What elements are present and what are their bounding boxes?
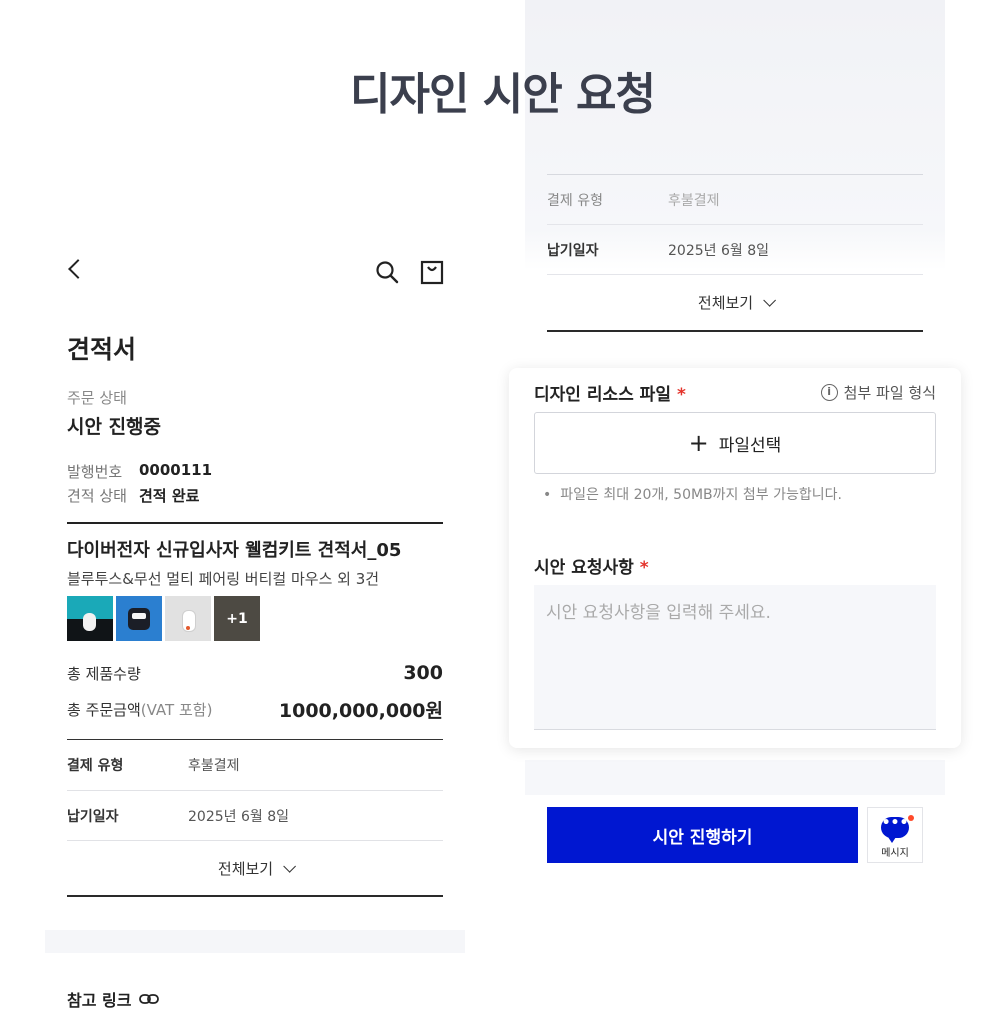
shopping-bag-icon[interactable] xyxy=(420,259,444,285)
search-icon[interactable] xyxy=(375,260,399,284)
message-label: 메시지 xyxy=(881,848,909,859)
product-thumbnails: +1 xyxy=(67,596,260,641)
order-status-label: 주문 상태 xyxy=(67,389,127,407)
required-mark: * xyxy=(639,558,649,578)
file-limit-note: • 파일은 최대 20개, 50MB까지 첨부 가능합니다. xyxy=(543,487,842,503)
proceed-design-button[interactable]: 시안 진행하기 xyxy=(547,807,858,863)
page-title: 디자인 시안 요청 xyxy=(350,69,656,120)
due-date-value: 2025년 6월 8일 xyxy=(188,809,289,825)
plus-icon: + xyxy=(688,429,709,457)
view-all-label: 전체보기 xyxy=(697,294,754,312)
issue-number-label: 발행번호 xyxy=(67,463,123,481)
notification-dot xyxy=(908,815,914,821)
chevron-down-icon xyxy=(283,859,297,873)
total-amount-row: 총 주문금액(VAT 포함) 1000,000,000원 xyxy=(67,696,443,723)
divider xyxy=(67,522,443,524)
order-status-value: 시안 진행중 xyxy=(67,416,162,438)
back-icon[interactable] xyxy=(68,259,88,279)
message-button[interactable]: ••• 메시지 xyxy=(867,807,923,863)
chat-bubble-icon: ••• xyxy=(881,816,909,843)
more-thumbnails[interactable]: +1 xyxy=(214,596,260,641)
request-details-label: 시안 요청사항 * xyxy=(534,558,649,578)
reference-link-label: 참고 링크 xyxy=(67,991,132,1010)
request-details-textarea[interactable]: 시안 요청사항을 입력해 주세요. xyxy=(534,585,936,730)
issue-number-value: 0000111 xyxy=(139,461,213,479)
quote-screen: 견적서 주문 상태 시안 진행중 발행번호 0000111 견적 상태 견적 완… xyxy=(45,240,465,1020)
product-subtitle: 블루투스&무선 멀티 페어링 버티컬 마우스 외 3건 xyxy=(67,570,380,588)
quote-status: 견적 상태 견적 완료 xyxy=(67,485,199,506)
total-amount-label: 총 주문금액(VAT 포함) xyxy=(67,701,213,719)
attachment-format-label: 첨부 파일 형식 xyxy=(843,384,936,402)
view-all-button[interactable]: 전체보기 xyxy=(547,275,923,332)
due-date-value: 2025년 6월 8일 xyxy=(668,242,769,259)
due-date-label: 납기일자 xyxy=(547,242,599,259)
total-quantity-label: 총 제품수량 xyxy=(67,664,141,683)
reference-link[interactable]: 참고 링크 xyxy=(67,987,160,1011)
resource-file-label: 디자인 리소스 파일 * xyxy=(534,385,686,405)
payment-type-row: 결제 유형 후불결제 xyxy=(67,740,443,790)
issue-number: 발행번호 0000111 xyxy=(67,461,212,482)
payment-type-label: 결제 유형 xyxy=(547,192,603,209)
total-quantity-value: 300 xyxy=(403,662,443,684)
quote-status-value: 견적 완료 xyxy=(139,487,200,505)
due-date-row: 납기일자 2025년 6월 8일 xyxy=(547,225,923,275)
product-thumbnail[interactable] xyxy=(165,596,211,641)
payment-type-value: 후불결제 xyxy=(668,192,720,209)
due-date-row: 납기일자 2025년 6월 8일 xyxy=(67,791,443,841)
required-mark: * xyxy=(676,385,686,405)
chevron-down-icon xyxy=(763,294,777,307)
product-thumbnail[interactable] xyxy=(116,596,162,641)
product-thumbnail[interactable] xyxy=(67,596,113,641)
request-details-placeholder: 시안 요청사항을 입력해 주세요. xyxy=(546,603,771,623)
attachment-format-help[interactable]: i 첨부 파일 형식 xyxy=(820,382,936,403)
view-all-label: 전체보기 xyxy=(217,859,274,878)
total-quantity-row: 총 제품수량 300 xyxy=(67,662,443,684)
bullet-icon: • xyxy=(543,487,552,503)
quote-title: 견적서 xyxy=(67,335,137,364)
info-icon: i xyxy=(820,384,838,401)
total-amount-value: 1000,000,000원 xyxy=(278,700,443,722)
link-icon xyxy=(139,994,160,1004)
payment-type-label: 결제 유형 xyxy=(67,758,124,774)
view-all-button[interactable]: 전체보기 xyxy=(67,841,443,897)
quote-status-label: 견적 상태 xyxy=(67,487,127,505)
file-select-label: 파일선택 xyxy=(718,435,782,456)
payment-type-value: 후불결제 xyxy=(188,758,240,774)
section-spacer xyxy=(45,930,465,953)
vat-note: (VAT 포함) xyxy=(140,701,213,719)
request-form-card: 디자인 리소스 파일 * i 첨부 파일 형식 + 파일선택 • 파일은 최대 20… xyxy=(509,368,961,748)
product-title: 다이버전자 신규입사자 웰컴키트 견적서_05 xyxy=(67,540,402,561)
file-select-button[interactable]: + 파일선택 xyxy=(534,412,936,474)
payment-type-row: 결제 유형 후불결제 xyxy=(547,175,923,225)
due-date-label: 납기일자 xyxy=(67,809,119,825)
